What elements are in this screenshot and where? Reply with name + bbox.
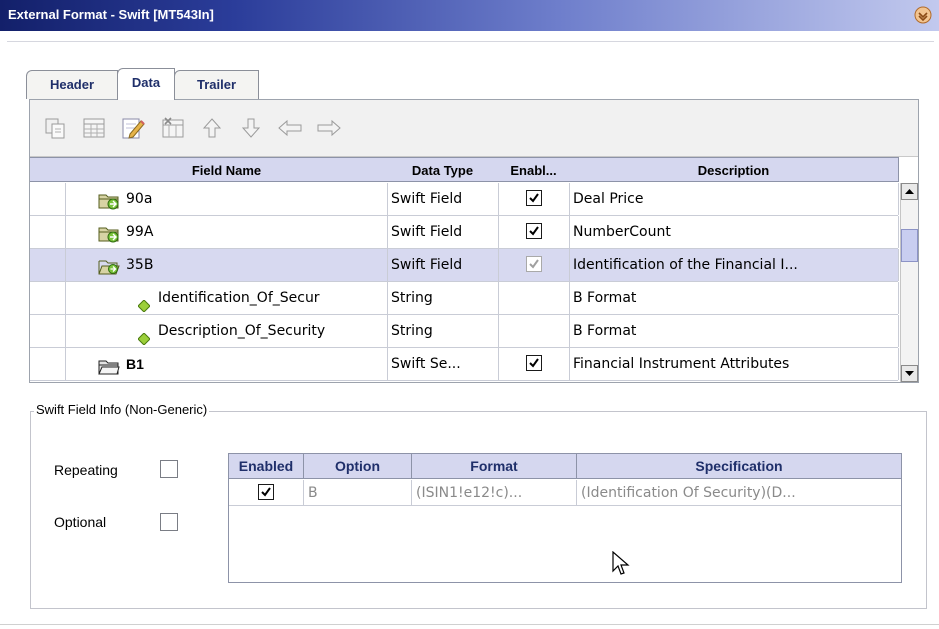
toolbar	[30, 100, 918, 157]
field-name: 99A	[126, 224, 154, 240]
table-row[interactable]: Description_Of_Security String B Format	[30, 315, 899, 348]
col-data-type[interactable]: Data Type	[387, 157, 499, 182]
table-row[interactable]: Identification_Of_Secur String B Format	[30, 282, 899, 315]
field-name: Description_Of_Security	[158, 323, 326, 339]
table-row[interactable]: 90a Swift Field Deal Price	[30, 183, 899, 216]
data-type-cell: String	[387, 315, 499, 347]
scroll-thumb[interactable]	[901, 229, 918, 262]
diamond-icon	[137, 292, 151, 313]
option-grid: Enabled Option Format Specification B (I…	[228, 453, 902, 583]
optional-label: Optional	[54, 514, 107, 530]
col-field-name[interactable]: Field Name	[66, 157, 388, 182]
group-legend: Swift Field Info (Non-Generic)	[34, 402, 210, 417]
bottom-divider	[0, 624, 939, 625]
pin-icon[interactable]	[913, 5, 933, 25]
table-row[interactable]: 35B Swift Field Identification of the Fi…	[30, 249, 899, 282]
field-name-cell: B1	[66, 348, 388, 380]
col-format[interactable]: Format	[412, 454, 577, 479]
enabled-checkbox[interactable]	[525, 223, 542, 239]
scroll-up-button[interactable]	[901, 183, 918, 200]
specification-cell[interactable]: (Identification Of Security)(D...	[577, 480, 901, 506]
row-gutter	[30, 249, 66, 281]
enabled-checkbox[interactable]	[525, 256, 542, 272]
field-name: Identification_Of_Secur	[158, 290, 320, 306]
field-name-cell: 90a	[66, 183, 388, 215]
enabled-checkbox[interactable]	[525, 190, 542, 206]
data-type-cell: Swift Field	[387, 183, 499, 215]
folder-icon	[98, 190, 120, 210]
description-cell: Deal Price	[569, 183, 899, 215]
copy-icon[interactable]	[41, 114, 69, 142]
description-cell: B Format	[569, 315, 899, 347]
repeating-checkbox[interactable]	[160, 460, 178, 478]
enabled-cell	[498, 216, 570, 248]
data-type-cell: String	[387, 282, 499, 314]
field-name: 90a	[126, 191, 153, 207]
row-gutter	[30, 282, 66, 314]
col-option[interactable]: Option	[304, 454, 412, 479]
row-header-corner	[30, 157, 67, 182]
data-type-cell: Swift Field	[387, 249, 499, 281]
repeating-label: Repeating	[54, 462, 118, 478]
tab-trailer[interactable]: Trailer	[174, 70, 259, 99]
col-option-enabled[interactable]: Enabled	[229, 454, 304, 479]
tab-data[interactable]: Data	[117, 68, 175, 100]
enabled-cell	[498, 348, 570, 380]
field-name-cell: 99A	[66, 216, 388, 248]
description-cell: Identification of the Financial I...	[569, 249, 899, 281]
field-name-cell: Description_Of_Security	[66, 315, 388, 347]
window-title: External Format - Swift [MT543In]	[8, 7, 214, 22]
scroll-down-button[interactable]	[901, 365, 918, 382]
edit-icon[interactable]	[119, 114, 147, 142]
delete-icon[interactable]	[159, 114, 187, 142]
field-grid: Field Name Data Type Enabl... Descriptio…	[30, 157, 918, 382]
move-right-icon[interactable]	[315, 114, 343, 142]
move-up-icon[interactable]	[198, 114, 226, 142]
data-type-cell: Swift Field	[387, 216, 499, 248]
enabled-cell	[498, 315, 570, 347]
enabled-cell	[498, 282, 570, 314]
title-bar: External Format - Swift [MT543In]	[0, 0, 939, 31]
enabled-cell	[498, 183, 570, 215]
option-enabled-checkbox[interactable]	[258, 484, 274, 500]
col-enabled[interactable]: Enabl...	[498, 157, 570, 182]
vertical-scrollbar[interactable]	[900, 183, 918, 382]
move-down-icon[interactable]	[237, 114, 265, 142]
optional-checkbox[interactable]	[160, 513, 178, 531]
field-name-cell: Identification_Of_Secur	[66, 282, 388, 314]
field-name: B1	[126, 356, 144, 372]
folder-icon	[98, 223, 120, 243]
move-left-icon[interactable]	[276, 114, 304, 142]
format-cell[interactable]: (ISIN1!e12!c)...	[412, 480, 577, 506]
mouse-cursor-icon	[612, 550, 630, 581]
option-cell[interactable]: B	[304, 480, 412, 506]
enabled-checkbox[interactable]	[525, 355, 542, 371]
field-name: 35B	[126, 257, 154, 273]
table-row[interactable]: B1 Swift Se... Financial Instrument Attr…	[30, 348, 899, 381]
row-gutter	[30, 348, 66, 380]
row-gutter	[30, 315, 66, 347]
row-gutter	[30, 216, 66, 248]
description-cell: NumberCount	[569, 216, 899, 248]
col-description[interactable]: Description	[569, 157, 899, 182]
option-enabled-cell	[229, 480, 304, 506]
open-folder-icon	[98, 256, 120, 275]
description-cell: Financial Instrument Attributes	[569, 348, 899, 380]
diamond-icon	[137, 325, 151, 346]
table-icon[interactable]	[80, 114, 108, 142]
row-gutter	[30, 183, 66, 215]
description-cell: B Format	[569, 282, 899, 314]
data-type-cell: Swift Se...	[387, 348, 499, 380]
table-row[interactable]: 99A Swift Field NumberCount	[30, 216, 899, 249]
col-specification[interactable]: Specification	[577, 454, 901, 479]
folder-icon	[98, 355, 120, 375]
grid-header: Field Name Data Type Enabl... Descriptio…	[30, 157, 900, 183]
field-name-cell: 35B	[66, 249, 388, 281]
data-panel: Field Name Data Type Enabl... Descriptio…	[29, 99, 919, 383]
enabled-cell	[498, 249, 570, 281]
tab-header[interactable]: Header	[26, 70, 118, 99]
